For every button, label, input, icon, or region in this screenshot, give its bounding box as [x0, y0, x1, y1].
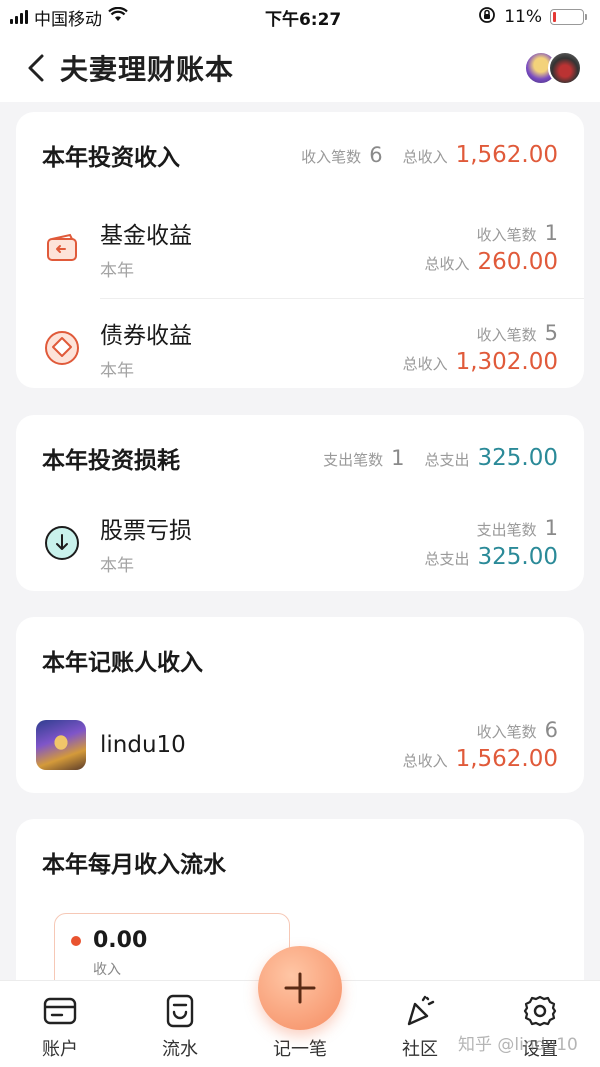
item-stats: 收入笔数 5 总收入 1,302.00: [403, 321, 558, 375]
card-header: 本年记账人收入: [16, 617, 584, 703]
wallet-icon: [42, 993, 78, 1029]
member-avatars[interactable]: [524, 51, 582, 85]
total-value: 1,562.00: [455, 746, 558, 772]
battery-icon: [550, 9, 587, 25]
list-item[interactable]: 基金收益 本年 收入笔数 1 总收入 260.00: [16, 198, 584, 298]
list-item[interactable]: 股票亏损 本年 支出笔数 1 总支出 325.00: [16, 501, 584, 585]
item-period: 本年: [100, 555, 134, 576]
card-header: 本年投资收入 收入笔数 6 总收入 1,562.00: [16, 112, 584, 198]
total-label: 总收入: [402, 355, 448, 373]
nav-header: 夫妻理财账本: [0, 34, 600, 102]
signal-icon: [10, 10, 28, 24]
item-name: 基金收益: [100, 222, 192, 249]
wifi-icon: [108, 6, 128, 28]
page-title: 夫妻理财账本: [60, 53, 235, 86]
tab-transactions[interactable]: 流水: [120, 981, 240, 1067]
total-value: 260.00: [477, 249, 558, 275]
count-label: 收入笔数: [476, 326, 537, 344]
card-title: 本年每月收入流水: [42, 852, 226, 878]
card-title: 本年记账人收入: [42, 650, 203, 676]
income-dot-icon: [71, 935, 81, 946]
item-period: 本年: [100, 360, 134, 381]
monthly-value: 0.00: [93, 928, 148, 953]
rotation-lock-icon: [478, 6, 496, 29]
receipt-icon: [162, 993, 198, 1029]
avatar: [36, 720, 86, 770]
carrier-label: 中国移动: [34, 9, 102, 30]
party-popper-icon: [402, 993, 438, 1029]
card-title: 本年投资损耗: [42, 448, 180, 474]
avatar[interactable]: [548, 51, 582, 85]
tab-accounts[interactable]: 账户: [0, 981, 120, 1067]
gear-icon: [522, 993, 558, 1029]
plus-icon: [284, 972, 316, 1004]
tab-label: 社区: [402, 1039, 438, 1060]
tab-label: 记一笔: [273, 1039, 327, 1060]
item-text: 股票亏损 本年: [100, 511, 192, 576]
investment-income-card: 本年投资收入 收入笔数 6 总收入 1,562.00 基金收益 本年 收入笔数 …: [16, 112, 584, 388]
card-header: 本年每月收入流水: [16, 819, 584, 905]
chevron-left-icon: [28, 54, 44, 82]
card-title: 本年投资收入: [42, 145, 180, 171]
status-right: 11%: [478, 6, 587, 29]
item-text: lindu10: [100, 732, 186, 758]
total-label: 总收入: [402, 148, 448, 166]
count-label: 支出笔数: [323, 451, 384, 469]
item-stats: 收入笔数 1 总收入 260.00: [425, 221, 559, 275]
item-stats: 支出笔数 1 总支出 325.00: [425, 516, 559, 570]
item-text: 债券收益 本年: [100, 316, 192, 381]
count-label: 收入笔数: [476, 723, 537, 741]
count-value: 1: [544, 221, 558, 245]
total-label: 总收入: [424, 255, 470, 273]
count-value: 6: [369, 143, 383, 167]
bookkeeper-income-card: 本年记账人收入 lindu10 收入笔数 6 总收入 1,562.00: [16, 617, 584, 793]
summary-stats: 支出笔数 1 总支出 325.00: [323, 445, 558, 471]
monthly-label: 收入: [93, 962, 121, 978]
total-value: 1,562.00: [455, 142, 558, 168]
investment-loss-card: 本年投资损耗 支出笔数 1 总支出 325.00 股票亏损 本年 支出笔数 1 …: [16, 415, 584, 591]
count-value: 1: [391, 446, 405, 470]
fund-wallet-icon: [42, 228, 82, 268]
total-label: 总支出: [424, 451, 470, 469]
user-name: lindu10: [100, 732, 186, 758]
count-label: 收入笔数: [476, 226, 537, 244]
summary-stats: 收入笔数 6 总收入 1,562.00: [301, 142, 558, 168]
total-value: 325.00: [477, 445, 558, 471]
battery-percent: 11%: [504, 7, 542, 27]
item-name: 债券收益: [100, 322, 192, 349]
count-label: 收入笔数: [301, 148, 362, 166]
status-left: 中国移动: [10, 5, 128, 30]
total-label: 总支出: [424, 550, 470, 568]
divider: [100, 298, 584, 299]
bond-icon: [42, 328, 82, 368]
stock-loss-icon: [42, 523, 82, 563]
count-value: 5: [544, 321, 558, 345]
count-value: 1: [544, 516, 558, 540]
total-label: 总收入: [402, 752, 448, 770]
watermark: 知乎 @lindu10: [458, 1035, 578, 1055]
item-name: 股票亏损: [100, 517, 192, 544]
count-label: 支出笔数: [476, 521, 537, 539]
item-text: 基金收益 本年: [100, 216, 192, 281]
list-item[interactable]: 债券收益 本年 收入笔数 5 总收入 1,302.00: [16, 298, 584, 398]
item-stats: 收入笔数 6 总收入 1,562.00: [403, 718, 558, 772]
total-value: 325.00: [477, 544, 558, 570]
add-record-button[interactable]: [258, 946, 342, 1030]
count-value: 6: [544, 718, 558, 742]
clock: 下午6:27: [264, 9, 342, 30]
tab-label: 账户: [42, 1039, 78, 1060]
card-header: 本年投资损耗 支出笔数 1 总支出 325.00: [16, 415, 584, 501]
back-button[interactable]: [18, 50, 54, 86]
list-item[interactable]: lindu10 收入笔数 6 总收入 1,562.00: [16, 703, 584, 787]
item-period: 本年: [100, 260, 134, 281]
total-value: 1,302.00: [455, 349, 558, 375]
tab-label: 流水: [162, 1039, 198, 1060]
status-bar: 中国移动 下午6:27 11%: [0, 0, 600, 34]
